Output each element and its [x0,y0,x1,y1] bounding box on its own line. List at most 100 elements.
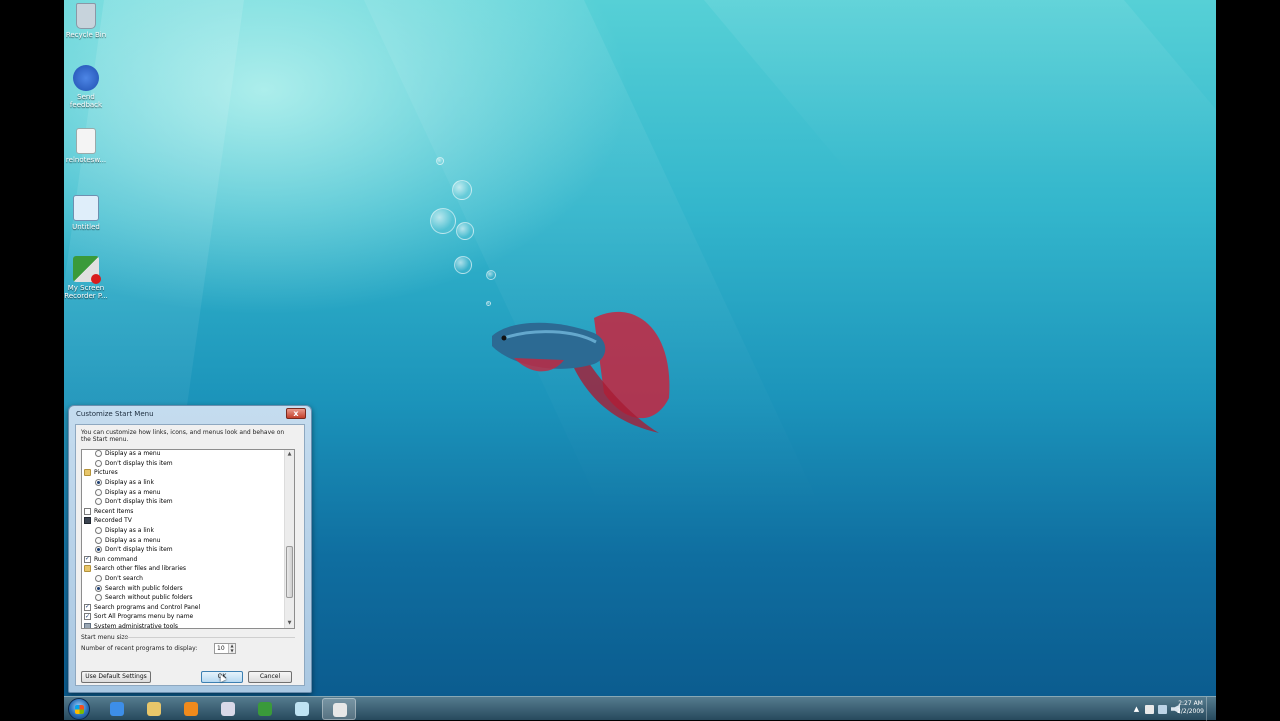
options-items: Display as a menu Don't display this item… [82,450,284,629]
desktop-icon-recycle-bin[interactable]: Recycle Bin [64,3,110,39]
desktop-icon-label: Send feedback [69,93,103,109]
radio-button[interactable] [95,546,102,554]
recycle-bin-icon [76,3,96,29]
option-item[interactable]: Search with public folders [82,583,284,593]
option-item[interactable]: Pictures [82,468,284,478]
desktop-icon-send-feedback[interactable]: Send feedback [64,65,110,109]
radio-button[interactable] [95,575,102,583]
option-item[interactable]: ✓ Run command [82,555,284,565]
option-label: Don't display this item [105,546,173,554]
desktop-icon-relnotes[interactable]: relnotesw... [64,128,110,164]
checkbox[interactable]: ✓ [84,555,91,563]
dialog-title: Customize Start Menu [76,410,154,418]
option-item[interactable]: Don't display this item [82,545,284,555]
desktop-wallpaper[interactable]: Recycle Bin Send feedback relnotesw... U… [64,0,1216,696]
betta-fish-image [492,311,670,433]
radio-button[interactable] [95,488,102,496]
notification-area: ▲ [1128,697,1180,721]
cancel-button[interactable]: Cancel [248,671,292,683]
option-item[interactable]: Search without public folders [82,593,284,603]
radio-button[interactable] [95,527,102,535]
option-item[interactable]: Don't display this item [82,459,284,469]
scroll-down-icon[interactable]: ▼ [285,619,294,628]
show-desktop-button[interactable] [1206,697,1216,721]
action-center-icon[interactable] [1145,704,1154,714]
option-label: Display as a menu [105,488,161,496]
screen: Recycle Bin Send feedback relnotesw... U… [0,0,1280,721]
option-item[interactable]: ✓ Search programs and Control Panel [82,603,284,613]
radio-button[interactable] [95,594,102,602]
windows-logo-icon [75,705,84,714]
folder-icon [84,469,91,477]
option-item[interactable]: System administrative tools [82,622,284,629]
start-button[interactable] [68,698,90,720]
option-item[interactable]: Don't display this item [82,497,284,507]
option-item[interactable]: Recent Items [82,507,284,517]
dialog-titlebar[interactable]: Customize Start Menu x [69,406,311,423]
radio-button[interactable] [95,459,102,467]
bubble [436,157,444,165]
option-item[interactable]: Don't search [82,574,284,584]
desktop-icon-screen-recorder[interactable]: My Screen Recorder P... [64,256,110,300]
customize-start-menu-dialog: Customize Start Menu x You can customize… [68,405,312,693]
taskbar-button-notepad[interactable] [285,698,319,720]
taskbar-button-paint[interactable] [211,698,245,720]
option-label: Display as a link [105,479,154,487]
network-icon[interactable] [1158,704,1167,714]
vertical-scrollbar[interactable]: ▲ ▼ [284,450,294,628]
taskbar-button-media-player[interactable] [174,698,208,720]
option-item[interactable]: ✓ Sort All Programs menu by name [82,612,284,622]
option-item[interactable]: Search other files and libraries [82,564,284,574]
taskbar-button-screen-recorder[interactable] [248,698,282,720]
option-label: Search without public folders [105,594,193,602]
radio-button[interactable] [95,479,102,487]
customize-window-icon [333,703,347,717]
desktop-icon-untitled[interactable]: Untitled [64,195,110,231]
option-label: Pictures [94,469,118,477]
spinner-buttons[interactable]: ▲ ▼ [228,643,235,654]
option-label: Display as a menu [105,536,161,544]
start-menu-options-list[interactable]: Display as a menu Don't display this item… [81,449,295,629]
taskbar-button-internet-explorer[interactable] [100,698,134,720]
bubble [456,222,474,240]
desktop-icon-label: Recycle Bin [65,31,107,39]
option-label: Don't display this item [105,498,173,506]
option-label: Display as a menu [105,450,161,458]
checkbox[interactable] [84,507,91,515]
scrollbar-thumb[interactable] [286,546,293,598]
light-ray [704,0,1216,180]
screen-recorder-icon [73,256,101,284]
option-label: Search other files and libraries [94,565,187,573]
show-hidden-icons-icon[interactable]: ▲ [1132,705,1141,714]
taskbar-button-windows-explorer[interactable] [137,698,171,720]
option-item[interactable]: Display as a menu [82,535,284,545]
option-item[interactable]: Display as a menu [82,487,284,497]
option-label: System administrative tools [94,622,179,629]
desktop-icon-label: My Screen Recorder P... [64,284,108,300]
checkbox[interactable]: ✓ [84,613,91,621]
radio-button[interactable] [95,498,102,506]
option-item[interactable]: Display as a link [82,478,284,488]
use-default-settings-button[interactable]: Use Default Settings [81,671,151,683]
option-item[interactable]: Display as a link [82,526,284,536]
spin-down-icon[interactable]: ▼ [229,648,235,654]
recent-programs-spinner[interactable]: 10 ▲ ▼ [214,643,236,654]
radio-button[interactable] [95,450,102,458]
bubble [486,270,496,280]
system-clock[interactable]: 2:27 AM 2/2/2009 [1177,700,1204,716]
bubble [430,208,456,234]
windows-explorer-icon [147,702,161,716]
option-label: Display as a link [105,527,154,535]
radio-button[interactable] [95,584,102,592]
option-label: Don't display this item [105,459,173,467]
option-label: Recent Items [94,507,134,515]
scroll-up-icon[interactable]: ▲ [285,450,294,459]
checkbox[interactable]: ✓ [84,603,91,611]
option-label: Run command [94,555,138,563]
recent-programs-label: Number of recent programs to display: [81,645,198,652]
radio-button[interactable] [95,536,102,544]
taskbar-button-customize-window[interactable] [322,698,356,720]
close-button[interactable]: x [286,408,306,419]
option-item[interactable]: Display as a menu [82,450,284,459]
option-item[interactable]: Recorded TV [82,516,284,526]
